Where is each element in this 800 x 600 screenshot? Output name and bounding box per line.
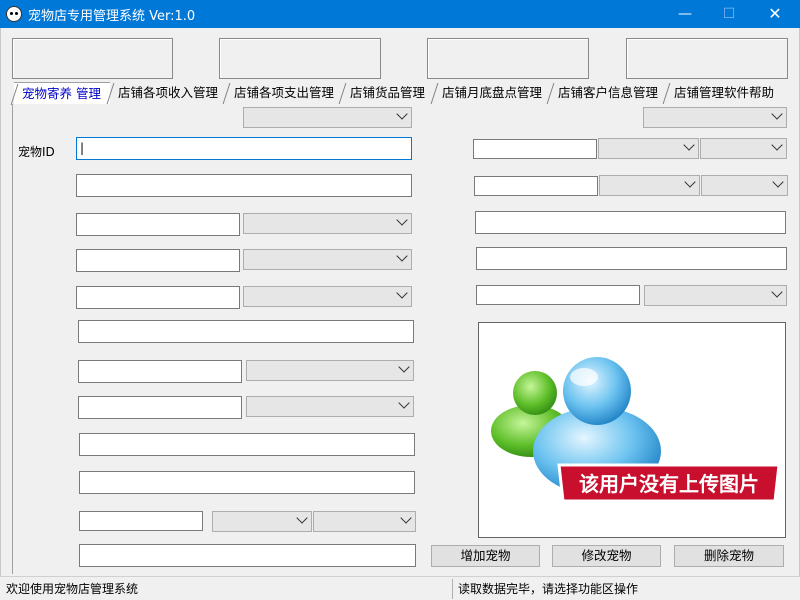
text-field-10[interactable] [79, 471, 415, 494]
status-separator [452, 579, 453, 599]
text-field-3[interactable] [76, 213, 240, 236]
tab-help[interactable]: 店铺管理软件帮助 [666, 82, 784, 104]
text-field-11[interactable] [79, 511, 203, 531]
tab-pet-boarding[interactable]: 宠物寄养 管理 [14, 82, 110, 104]
delete-pet-button[interactable]: 删除宠物 [674, 545, 784, 567]
text-field-7[interactable] [78, 360, 242, 383]
text-field-4[interactable] [76, 249, 240, 272]
dropdown-5[interactable] [243, 286, 412, 307]
right-dropdown-1a[interactable] [598, 138, 699, 159]
chevron-down-icon [684, 176, 696, 188]
chevron-down-icon [771, 108, 783, 120]
tab-expense[interactable]: 店铺各项支出管理 [226, 82, 342, 104]
right-dropdown-2a[interactable] [599, 175, 700, 196]
chevron-down-icon [400, 512, 412, 524]
tab-goods[interactable]: 店铺货品管理 [342, 82, 434, 104]
text-field-6[interactable] [78, 320, 414, 343]
top-info-box-1 [12, 38, 173, 79]
tab-strip: 宠物寄养 管理 店铺各项收入管理 店铺各项支出管理 店铺货品管理 店铺月底盘点管… [14, 82, 784, 104]
window-title: 宠物店专用管理系统 Ver:1.0 [28, 9, 196, 24]
text-field-12[interactable] [79, 544, 416, 567]
maximize-button[interactable]: ☐ [706, 0, 752, 28]
chevron-down-icon [396, 287, 408, 299]
minimize-button[interactable]: — [662, 0, 708, 28]
text-field-9[interactable] [79, 433, 415, 456]
right-dropdown-2b[interactable] [701, 175, 788, 196]
no-photo-caption: 该用户没有上传图片 [579, 472, 759, 496]
status-message-text: 读取数据完毕，请选择功能区操作 [458, 582, 639, 596]
dropdown-11b[interactable] [313, 511, 416, 532]
dropdown-11a[interactable] [212, 511, 312, 532]
status-bar: 欢迎使用宠物店管理系统 读取数据完毕，请选择功能区操作 [0, 576, 800, 600]
right-field-3[interactable] [475, 211, 786, 234]
modify-pet-button[interactable]: 修改宠物 [552, 545, 661, 567]
app-panda-icon [6, 6, 22, 22]
default-user-avatar-icon: 该用户没有上传图片 [491, 357, 781, 503]
top-filter-dropdown[interactable] [243, 107, 412, 128]
status-welcome-text: 欢迎使用宠物店管理系统 [6, 582, 139, 596]
pet-photo-frame: 该用户没有上传图片 [478, 322, 786, 538]
chevron-down-icon [772, 176, 784, 188]
dropdown-8[interactable] [246, 396, 414, 417]
right-field-5[interactable] [476, 285, 640, 305]
text-field-5[interactable] [76, 286, 240, 309]
text-field-2[interactable] [76, 174, 412, 197]
pet-id-input[interactable]: | [76, 137, 412, 160]
close-button[interactable]: ✕ [752, 0, 798, 28]
right-dropdown-5[interactable] [644, 285, 787, 306]
dropdown-4[interactable] [243, 249, 412, 270]
tab-income[interactable]: 店铺各项收入管理 [110, 82, 226, 104]
chevron-down-icon [396, 214, 408, 226]
top-right-dropdown[interactable] [643, 107, 787, 128]
right-field-4[interactable] [476, 247, 787, 270]
chevron-down-icon [396, 108, 408, 120]
chevron-down-icon [683, 139, 695, 151]
pet-id-label: 宠物ID [18, 145, 55, 159]
top-info-box-2 [219, 38, 381, 79]
dropdown-7[interactable] [246, 360, 414, 381]
text-field-8[interactable] [78, 396, 242, 419]
chevron-down-icon [398, 397, 410, 409]
chevron-down-icon [771, 139, 783, 151]
top-info-box-4 [626, 38, 788, 79]
dropdown-3[interactable] [243, 213, 412, 234]
chevron-down-icon [398, 361, 410, 373]
chevron-down-icon [296, 512, 308, 524]
right-dropdown-1b[interactable] [700, 138, 787, 159]
title-bar: 宠物店专用管理系统 Ver:1.0 — ☐ ✕ [0, 0, 800, 28]
right-field-1[interactable] [473, 139, 597, 159]
tab-customer-info[interactable]: 店铺客户信息管理 [550, 82, 666, 104]
add-pet-button[interactable]: 增加宠物 [431, 545, 540, 567]
top-info-box-3 [427, 38, 589, 79]
tab-monthly-inventory[interactable]: 店铺月底盘点管理 [434, 82, 550, 104]
chevron-down-icon [396, 250, 408, 262]
right-field-2[interactable] [474, 176, 598, 196]
chevron-down-icon [771, 286, 783, 298]
